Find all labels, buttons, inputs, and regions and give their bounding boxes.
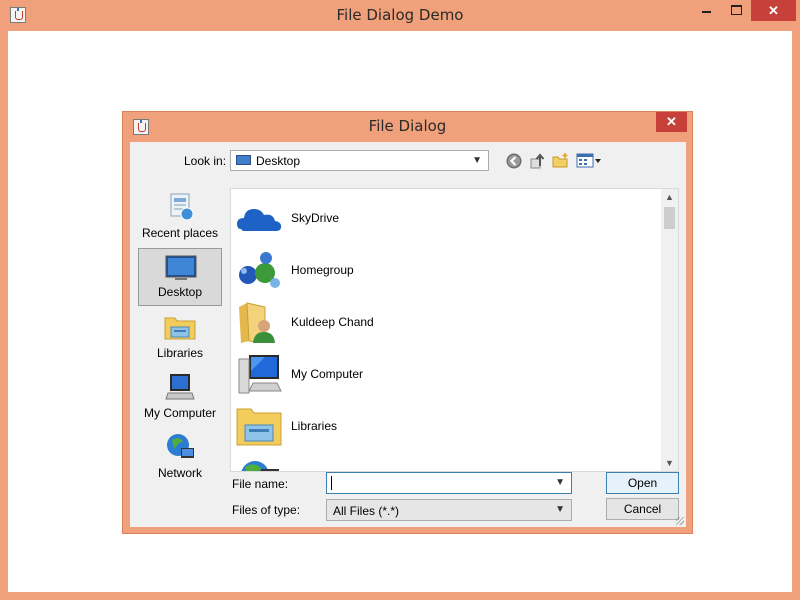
file-list[interactable]: SkyDrive Homegroup Kuldeep Chand My Comp…	[230, 188, 679, 472]
list-item-homegroup[interactable]: Homegroup	[235, 245, 655, 293]
network-icon	[167, 434, 194, 458]
cancel-button[interactable]: Cancel	[606, 498, 679, 520]
skydrive-icon	[237, 209, 282, 231]
my-computer-icon	[165, 374, 195, 400]
view-menu-icon[interactable]	[576, 152, 602, 170]
place-my-computer[interactable]: My Computer	[138, 368, 222, 426]
place-label: Recent places	[141, 226, 219, 240]
user-folder-icon	[239, 302, 275, 343]
file-name-input[interactable]: ▼	[326, 472, 572, 494]
place-libraries[interactable]: Libraries	[138, 308, 222, 366]
resize-grip[interactable]	[676, 517, 684, 525]
dialog-body: Look in: Desktop ▼ Recent places Desktop…	[130, 142, 686, 527]
place-recent-places[interactable]: Recent places	[138, 188, 222, 246]
back-icon[interactable]	[505, 152, 523, 170]
libraries-folder-icon	[236, 408, 282, 446]
desktop-small-icon	[236, 155, 251, 165]
chevron-down-icon: ▼	[472, 155, 482, 166]
close-dialog-button[interactable]: ✕	[656, 112, 687, 132]
scrollbar-thumb[interactable]	[664, 207, 675, 229]
scroll-down-icon[interactable]: ▼	[665, 458, 674, 468]
file-dialog: File Dialog ✕ Look in: Desktop ▼ Recent …	[122, 111, 693, 534]
chevron-down-icon[interactable]: ▼	[555, 477, 565, 488]
list-item-network[interactable]	[235, 453, 655, 471]
places-bar: Recent places Desktop Libraries My Compu…	[138, 188, 224, 526]
dialog-title: File Dialog	[368, 117, 447, 135]
place-desktop[interactable]: Desktop	[138, 248, 222, 306]
file-name-label: Libraries	[291, 419, 338, 433]
file-type-field-label: Files of type:	[232, 503, 301, 517]
file-name-label: Homegroup	[291, 263, 354, 277]
place-label: Libraries	[156, 346, 204, 360]
text-caret	[331, 476, 332, 490]
chevron-down-icon: ▼	[555, 504, 565, 515]
homegroup-icon	[239, 252, 280, 288]
look-in-combo[interactable]: Desktop ▼	[230, 150, 489, 171]
minimize-button[interactable]	[691, 0, 723, 21]
up-one-level-icon[interactable]	[529, 152, 547, 170]
close-window-button[interactable]: ✕	[751, 0, 796, 21]
look-in-label: Look in:	[184, 154, 227, 168]
libraries-icon	[164, 317, 196, 340]
scroll-up-icon[interactable]: ▲	[665, 192, 674, 202]
open-button[interactable]: Open	[606, 472, 679, 494]
maximize-button[interactable]	[723, 0, 751, 21]
list-item-skydrive[interactable]: SkyDrive	[235, 193, 655, 241]
network-globe-icon	[241, 461, 279, 471]
file-name-label: Kuldeep Chand	[291, 315, 374, 329]
place-network[interactable]: Network	[138, 428, 222, 486]
file-name-field-label: File name:	[232, 477, 289, 491]
list-item-user-folder[interactable]: Kuldeep Chand	[235, 297, 655, 345]
window-title: File Dialog Demo	[336, 6, 464, 24]
main-titlebar[interactable]: File Dialog Demo ✕	[0, 0, 800, 31]
new-folder-icon[interactable]	[552, 152, 570, 170]
file-name-label: SkyDrive	[291, 211, 340, 225]
vertical-scrollbar[interactable]: ▲ ▼	[661, 189, 678, 471]
computer-icon	[238, 355, 282, 394]
look-in-value: Desktop	[256, 154, 301, 168]
file-type-combo[interactable]: All Files (*.*) ▼	[326, 499, 572, 521]
recent-places-icon	[170, 193, 194, 221]
file-name-label: My Computer	[291, 367, 364, 381]
place-label: Desktop	[157, 285, 203, 299]
file-type-value: All Files (*.*)	[333, 504, 400, 518]
place-label: My Computer	[143, 406, 217, 420]
list-item-my-computer[interactable]: My Computer	[235, 349, 655, 397]
list-item-libraries[interactable]: Libraries	[235, 401, 655, 449]
desktop-icon	[165, 255, 197, 280]
place-label: Network	[157, 466, 202, 480]
